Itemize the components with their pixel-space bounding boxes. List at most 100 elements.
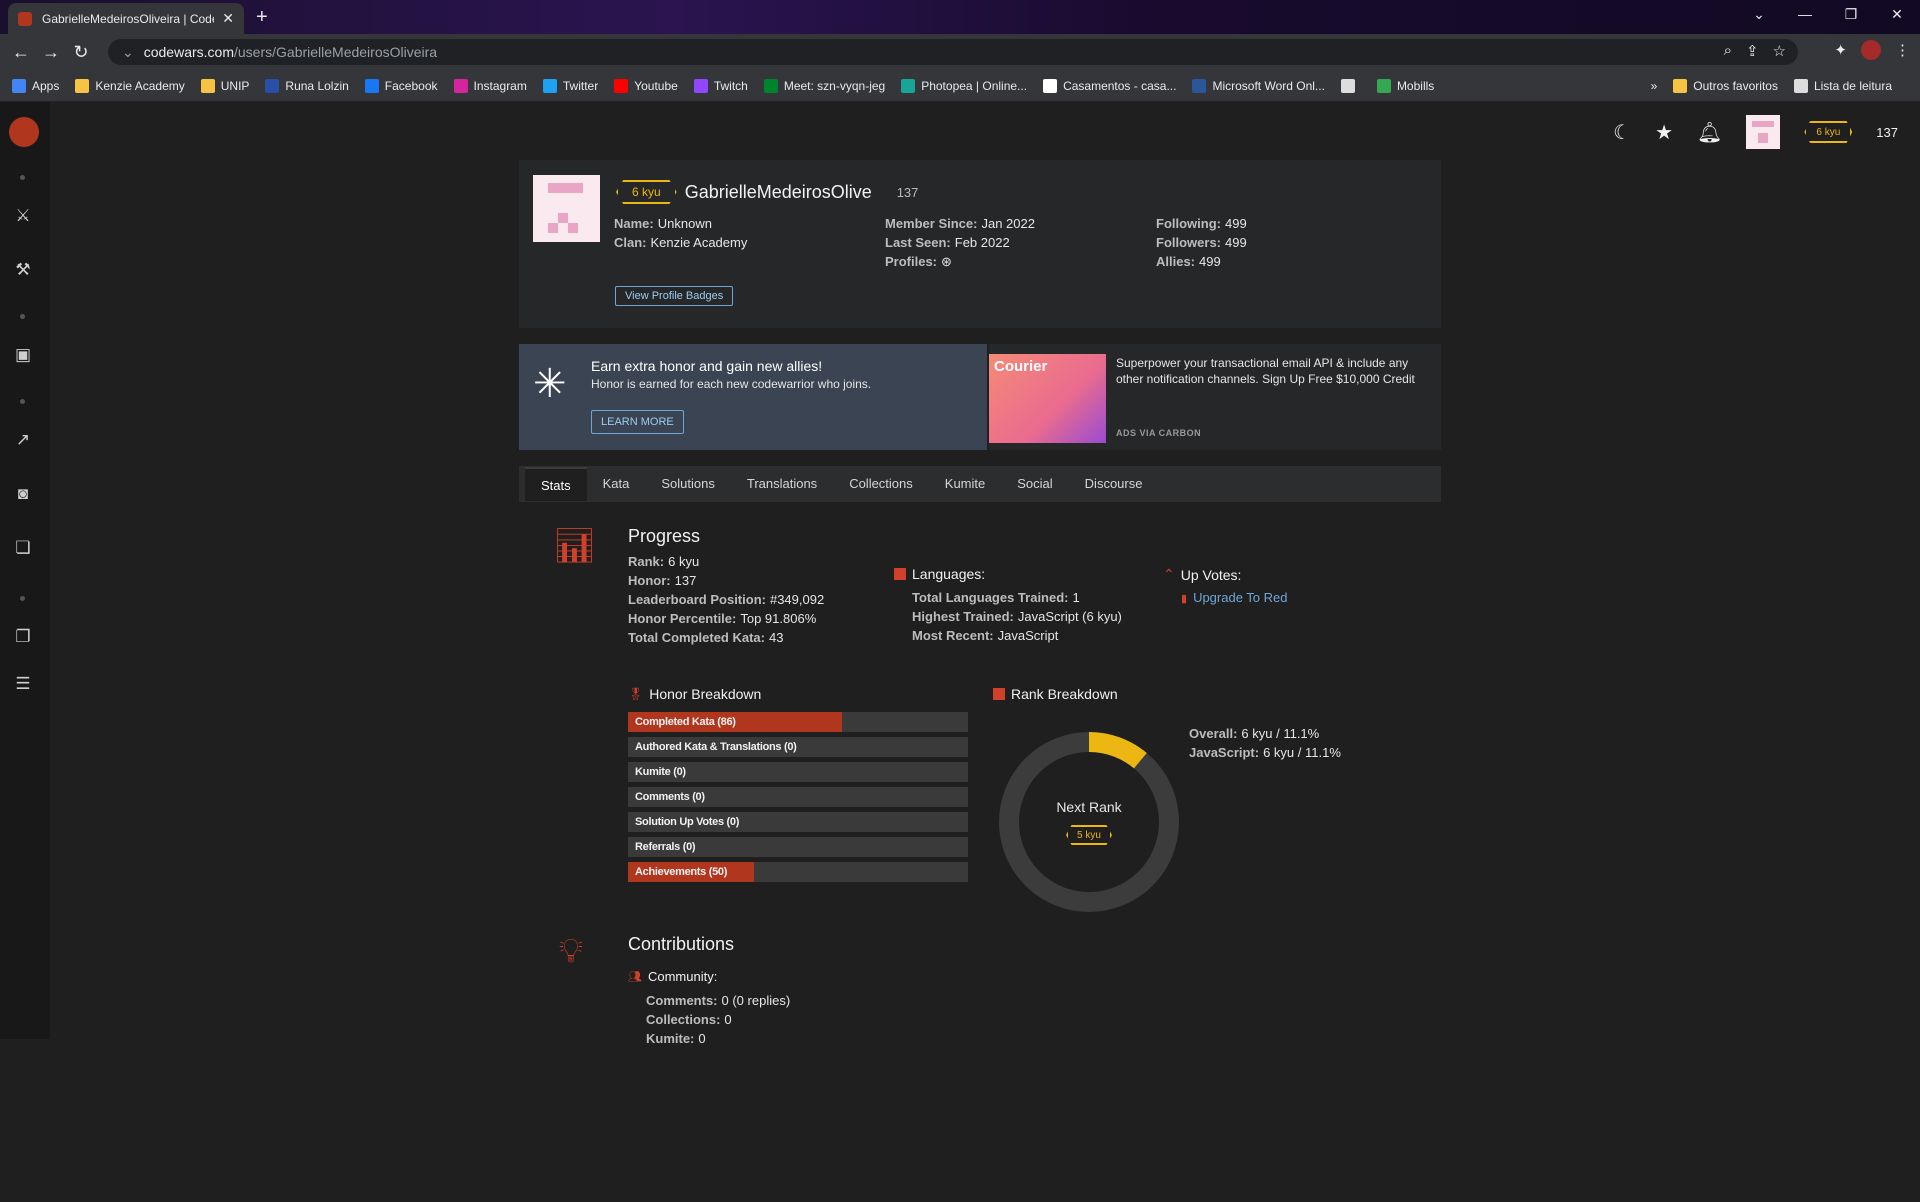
rank-badge: 6 kyu <box>1804 121 1853 143</box>
honor-bar-label: Completed Kata (86) <box>635 716 736 728</box>
honor-bar: Solution Up Votes (0) <box>628 812 968 832</box>
bookmark-label: Youtube <box>634 78 678 93</box>
address-input[interactable]: ⌄ codewars.com/users/GabrielleMedeirosOl… <box>108 39 1798 65</box>
bookmark-item[interactable]: Twitter <box>542 78 598 93</box>
jobs-icon[interactable]: ▣ <box>0 345 46 365</box>
bookmark-item[interactable]: Casamentos - casa... <box>1043 78 1176 93</box>
restore-icon[interactable]: ❐ <box>1828 0 1874 30</box>
tab-stats[interactable]: Stats <box>525 467 587 501</box>
bookmark-label: Mobills <box>1396 78 1435 93</box>
tab-search-icon[interactable]: ⌄ <box>1736 0 1782 30</box>
tab-kata[interactable]: Kata <box>587 467 646 501</box>
discord-icon[interactable]: ◙ <box>0 484 46 504</box>
tab-solutions[interactable]: Solutions <box>645 467 730 501</box>
bookmarks-bar: Apps Kenzie Academy UNIP Runa Lolzin Faceboo… <box>0 70 1920 102</box>
bookmark-item[interactable]: Meet: szn-vyqn-jeg <box>763 78 885 93</box>
profile-honor: 137 <box>896 184 919 200</box>
docs-icon[interactable]: ❐ <box>0 627 46 647</box>
zoom-icon[interactable]: ⌕ <box>1724 42 1732 60</box>
bookmarks-icon[interactable]: ★ <box>1655 120 1673 145</box>
reload-icon[interactable]: ↻ <box>66 42 96 63</box>
extension-area: ✦ ⋮ <box>1834 40 1910 60</box>
honor-bar-label: Kumite (0) <box>635 766 686 778</box>
upvotes-body: ▮ Upgrade To Red <box>1181 588 1288 609</box>
codewars-favicon-icon <box>18 11 32 26</box>
profile-card: 6 kyu GabrielleMedeirosOliveira 137 Name… <box>519 160 1441 328</box>
minimize-icon[interactable]: — <box>1782 0 1828 30</box>
back-icon[interactable]: ← <box>6 42 36 63</box>
upgrade-to-red-link[interactable]: Upgrade To Red <box>1193 590 1287 605</box>
bookmark-item[interactable] <box>1340 78 1361 93</box>
bookmarks-more-icon[interactable]: » <box>1651 79 1658 93</box>
tab-collections[interactable]: Collections <box>833 467 929 501</box>
extensions-icon[interactable]: ✦ <box>1834 41 1847 59</box>
bookmark-item[interactable]: Photopea | Online... <box>901 78 1028 93</box>
tab-social[interactable]: Social <box>1001 467 1068 501</box>
profile-clan: Kenzie Academy <box>650 235 748 250</box>
bookmark-label: Facebook <box>384 78 438 93</box>
bookmark-item[interactable]: Kenzie Academy <box>75 78 185 93</box>
overall-rank: 6 kyu / 11.1% <box>1241 726 1320 741</box>
collections-count: 0 <box>724 1012 732 1027</box>
tab-kumite[interactable]: Kumite <box>929 467 1001 501</box>
ad-text[interactable]: Superpower your transactional email API … <box>1116 355 1436 387</box>
close-tab-icon[interactable]: ✕ <box>222 10 234 27</box>
community-icon: 👥︎ <box>628 971 642 983</box>
menu-icon[interactable]: ⋮ <box>1895 41 1910 59</box>
learn-more-button[interactable]: LEARN MORE <box>591 410 684 434</box>
highest-trained: JavaScript (6 kyu) <box>1017 609 1122 624</box>
forward-icon[interactable]: → <box>36 42 66 63</box>
ads-via-carbon[interactable]: ADS VIA CARBON <box>1116 428 1201 438</box>
share-icon[interactable]: ⇪ <box>1746 42 1759 60</box>
bookmark-label: Twitch <box>713 78 748 93</box>
bookmark-item[interactable]: Youtube <box>614 78 678 93</box>
most-recent: JavaScript <box>997 628 1059 643</box>
bookmark-label: Apps <box>32 78 60 93</box>
codewars-logo[interactable] <box>9 117 39 147</box>
tab-translations[interactable]: Translations <box>731 467 833 501</box>
site-info-icon[interactable]: ⌄ <box>122 44 134 61</box>
ad-image[interactable]: Courier <box>989 354 1106 443</box>
reading-list-button[interactable]: Lista de leitura <box>1793 79 1892 93</box>
next-rank-badge: 5 kyu <box>1066 825 1112 845</box>
dark-mode-icon[interactable]: ☾ <box>1613 120 1631 145</box>
bookmark-icon <box>693 78 708 93</box>
bookmark-item[interactable]: Runa Lolzin <box>265 78 349 93</box>
tab-discourse[interactable]: Discourse <box>1069 467 1159 501</box>
training-icon[interactable]: ⚒ <box>0 260 46 280</box>
honor-medal-icon: 🎖︎ <box>628 687 644 701</box>
new-tab-icon[interactable]: + <box>256 6 268 29</box>
github-icon[interactable]: ⊛ <box>941 254 952 269</box>
view-profile-badges-button[interactable]: View Profile Badges <box>615 286 734 306</box>
practice-icon[interactable]: ⚔ <box>0 206 46 226</box>
promo-subtitle: Honor is earned for each new codewarrior… <box>591 377 872 391</box>
leaderboard-icon[interactable]: ↗ <box>0 430 46 450</box>
progress-honor: 137 <box>674 573 697 588</box>
carbon-ad[interactable]: Courier Superpower your transactional em… <box>989 344 1441 450</box>
bookmark-item[interactable]: UNIP <box>200 78 249 93</box>
bookmark-item[interactable]: Facebook <box>364 78 438 93</box>
notifications-icon[interactable]: 🔔︎ <box>1697 120 1722 145</box>
sidebar-divider <box>20 175 25 180</box>
bookmark-item[interactable]: Twitch <box>693 78 748 93</box>
progress-chart-icon: 📊︎ <box>553 527 597 565</box>
user-avatar[interactable] <box>1746 115 1781 149</box>
close-window-icon[interactable]: ✕ <box>1874 0 1920 30</box>
profile-username: GabrielleMedeirosOliveira <box>684 181 871 202</box>
profile-tabs: Stats Kata Solutions Translations Collection… <box>519 466 1441 502</box>
other-bookmarks-folder[interactable]: Outros favoritos <box>1673 79 1778 93</box>
top-nav: ☾ ★ 🔔︎ 6 kyu 137 <box>1520 102 1920 162</box>
browser-tab-active[interactable]: GabrielleMedeirosOliveira | Code ✕ <box>8 3 244 34</box>
bookmark-item[interactable]: Apps <box>12 78 60 93</box>
bookmark-star-icon[interactable]: ☆ <box>1773 42 1786 60</box>
honor-bar: Referrals (0) <box>628 837 968 857</box>
bookmark-item[interactable]: Mobills <box>1376 78 1435 93</box>
profile-avatar <box>533 175 600 242</box>
bookmark-label: Photopea | Online... <box>921 78 1028 93</box>
discussion-icon[interactable]: ❏ <box>0 538 46 558</box>
profile-avatar[interactable] <box>1861 40 1881 60</box>
blog-rss-icon[interactable]: ☰ <box>0 674 46 694</box>
bookmark-item[interactable]: Microsoft Word Onl... <box>1192 78 1325 93</box>
bookmark-item[interactable]: Instagram <box>453 78 527 93</box>
community-heading: 👥︎ Community: <box>628 969 718 984</box>
